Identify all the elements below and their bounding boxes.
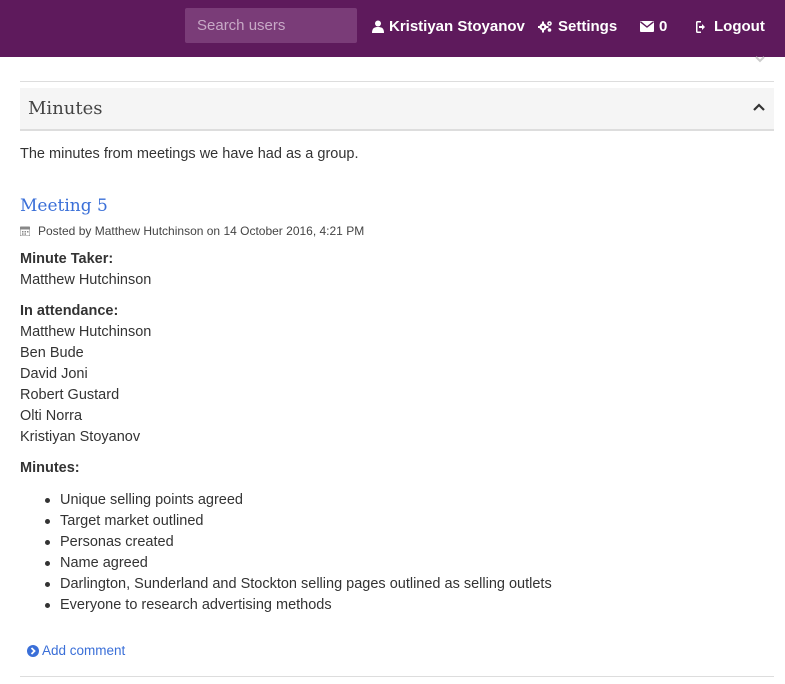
circle-arrow-right-icon — [27, 644, 39, 657]
minutes-item: Name agreed — [45, 555, 552, 576]
minute-taker-name: Matthew Hutchinson — [20, 272, 152, 288]
search-users-input[interactable] — [185, 8, 357, 43]
attendee: Kristiyan Stoyanov — [20, 429, 141, 445]
calendar-icon — [20, 226, 30, 236]
minutes-item: Personas created — [45, 534, 552, 555]
logout-icon — [696, 20, 705, 33]
user-profile-link[interactable]: Kristiyan Stoyanov — [372, 18, 525, 35]
user-icon — [372, 20, 384, 33]
minutes-list: Unique selling points agreed Target mark… — [45, 492, 552, 618]
attendance-label: In attendance: — [20, 303, 119, 319]
attendee: David Joni — [20, 366, 88, 382]
minutes-item: Unique selling points agreed — [45, 492, 552, 513]
attendee: Matthew Hutchinson — [20, 324, 152, 340]
minute-taker-label: Minute Taker: — [20, 251, 114, 267]
minutes-item: Everyone to research advertising methods — [45, 597, 552, 618]
add-comment-link[interactable]: Add comment — [27, 643, 125, 658]
gears-icon — [538, 21, 552, 33]
attendee: Ben Bude — [20, 345, 84, 361]
attendee: Olti Norra — [20, 408, 83, 424]
minutes-panel-header[interactable]: Minutes — [20, 88, 774, 131]
settings-label: Settings — [558, 18, 618, 35]
add-comment-label: Add comment — [42, 643, 126, 658]
panel-intro-text: The minutes from meetings we have had as… — [20, 146, 359, 162]
post-meta-text: Posted by Matthew Hutchinson on 14 Octob… — [38, 224, 365, 238]
post-meta: Posted by Matthew Hutchinson on 14 Octob… — [20, 224, 364, 238]
panel-title: Minutes — [28, 98, 103, 119]
minutes-label: Minutes: — [20, 460, 80, 476]
top-navbar: Kristiyan Stoyanov Settings 0 Logout — [0, 0, 785, 57]
minutes-item: Target market outlined — [45, 513, 552, 534]
messages-count: 0 — [659, 18, 668, 35]
logout-label: Logout — [714, 18, 765, 35]
logout-link[interactable]: Logout — [696, 18, 765, 35]
section-divider — [20, 81, 774, 82]
chevron-up-icon[interactable] — [752, 102, 766, 112]
section-divider — [20, 676, 774, 677]
user-name: Kristiyan Stoyanov — [389, 18, 525, 35]
meeting-title-link[interactable]: Meeting 5 — [20, 196, 108, 216]
settings-link[interactable]: Settings — [538, 18, 617, 35]
chevron-down-icon[interactable] — [754, 54, 766, 64]
minutes-item: Darlington, Sunderland and Stockton sell… — [45, 576, 552, 597]
attendee: Robert Gustard — [20, 387, 120, 403]
messages-link[interactable]: 0 — [640, 18, 667, 35]
envelope-icon — [640, 21, 654, 32]
